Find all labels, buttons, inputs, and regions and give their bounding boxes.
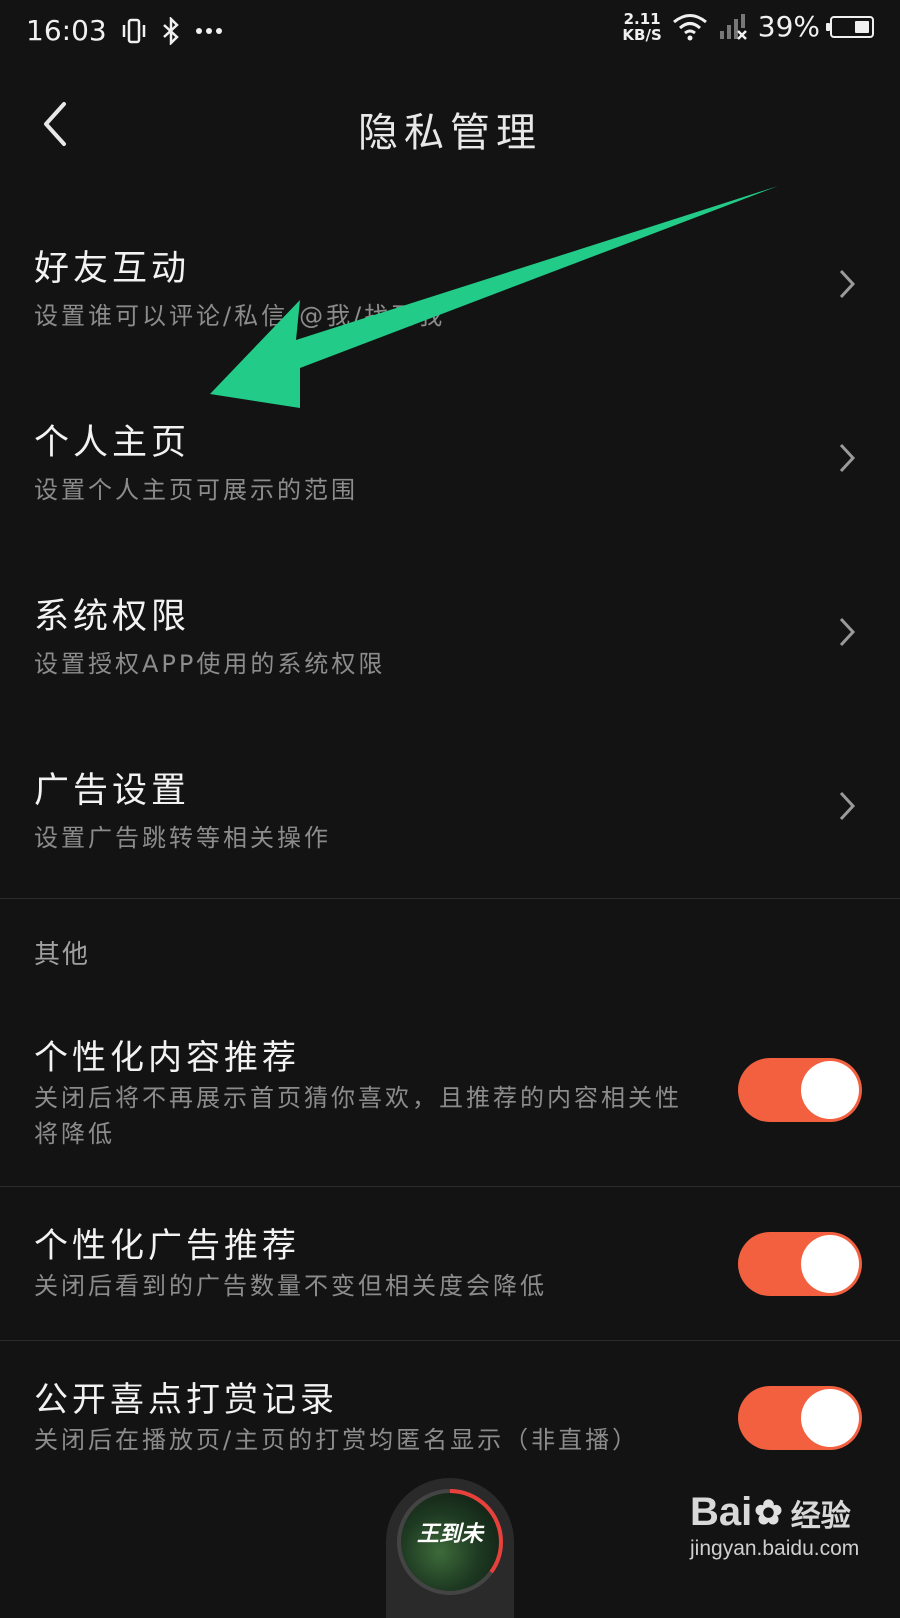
wifi-icon [672,13,707,40]
ad-recommend-toggle[interactable] [738,1232,862,1296]
baidu-jingyan-watermark: Bai ✿ 经验 jingyan.baidu.com [690,1490,880,1590]
toggle-subtitle: 关闭后在播放页/主页的打赏均匿名显示（非直播） [34,1426,640,1454]
chevron-right-icon [839,791,856,821]
menu-item-title: 好友互动 [34,249,191,289]
status-time: 16:03 [26,14,107,47]
toggle-row-ad-recommend: 个性化广告推荐 关闭后看到的广告数量不变但相关度会降低 [0,1218,900,1318]
toggle-subtitle: 关闭后看到的广告数量不变但相关度会降低 [34,1272,547,1300]
menu-item-title: 系统权限 [34,597,191,637]
playback-progress-ring [397,1489,503,1595]
watermark-logo: Bai ✿ 经验 [690,1490,851,1534]
toggle-knob [801,1061,859,1119]
toggle-title: 个性化内容推荐 [34,1038,300,1078]
page-title: 隐私管理 [358,110,542,156]
row-divider [0,1340,900,1341]
menu-item-subtitle: 设置个人主页可展示的范围 [34,476,358,504]
menu-item-subtitle: 设置谁可以评论/私信/@我/找到我 [34,302,446,330]
toggle-row-content-recommend: 个性化内容推荐 关闭后将不再展示首页猜你喜欢，且推荐的内容相关性将降低 [0,1030,900,1170]
chevron-right-icon [839,617,856,647]
section-label-other: 其他 [34,940,91,970]
section-divider [0,898,900,899]
toggle-knob [801,1235,859,1293]
menu-item-title: 广告设置 [34,771,191,811]
toggle-subtitle: 关闭后将不再展示首页猜你喜欢，且推荐的内容相关性将降低 [34,1084,682,1148]
toggle-title: 个性化广告推荐 [34,1226,300,1266]
network-speed: 2.11 KB/S [622,9,662,44]
toggle-title: 公开喜点打赏记录 [34,1380,338,1420]
menu-item-subtitle: 设置广告跳转等相关操作 [34,824,331,852]
battery-icon [826,15,874,38]
toggle-knob [801,1389,859,1447]
signal-icon [719,13,747,40]
watermark-url: jingyan.baidu.com [690,1537,860,1560]
row-divider [0,1186,900,1187]
paw-icon: ✿ [754,1493,783,1532]
more-dots-icon [195,27,222,34]
status-bar: 16:03 2.11 KB/S 39% [0,0,900,64]
chevron-right-icon [839,443,856,473]
content-recommend-toggle[interactable] [738,1058,862,1122]
title-bar: 隐私管理 [0,82,900,168]
menu-item-personal-homepage[interactable]: 个人主页 设置个人主页可展示的范围 [0,414,900,584]
menu-item-ad-settings[interactable]: 广告设置 设置广告跳转等相关操作 [0,762,900,932]
menu-item-system-permissions[interactable]: 系统权限 设置授权APP使用的系统权限 [0,588,900,758]
toggle-row-reward-record: 公开喜点打赏记录 关闭后在播放页/主页的打赏均匿名显示（非直播） [0,1372,900,1472]
menu-item-friend-interaction[interactable]: 好友互动 设置谁可以评论/私信/@我/找到我 [0,240,900,410]
bluetooth-icon [162,16,179,45]
battery-percent: 39% [757,10,820,43]
chevron-right-icon [839,269,856,299]
menu-item-subtitle: 设置授权APP使用的系统权限 [34,650,386,678]
vibrate-icon [122,18,145,43]
mini-player[interactable]: 王到未 [386,1478,514,1618]
menu-item-title: 个人主页 [34,423,191,463]
reward-record-toggle[interactable] [738,1386,862,1450]
